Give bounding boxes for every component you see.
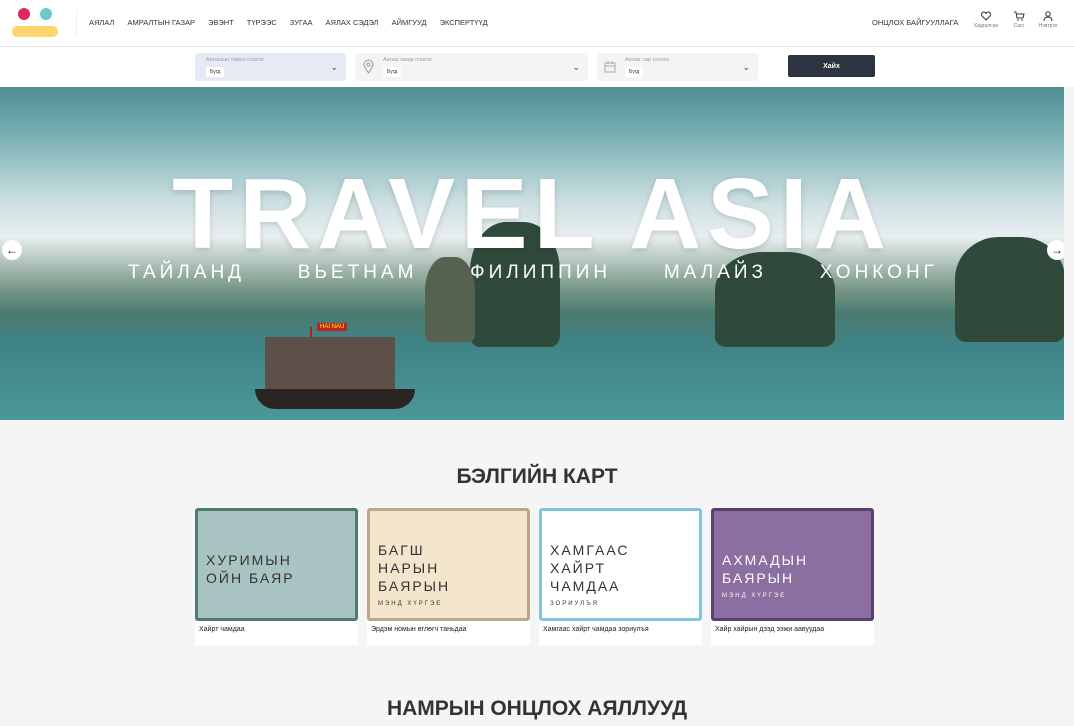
- gift-card-caption: Хайр хайрын дээд ээжи аавуудаа: [715, 626, 825, 633]
- cart-button[interactable]: Сагс: [1004, 11, 1034, 29]
- card-line: ЧАМДАА: [550, 578, 621, 594]
- nav-item[interactable]: ЭКСПЕРТҮҮД: [440, 18, 488, 27]
- trip-type-select[interactable]: Аялалын төрөл сонгох Бүгд ⌄: [195, 53, 346, 81]
- hero-title: TRAVEL ASIA: [172, 158, 892, 270]
- gift-card[interactable]: ХАМГААС ХАЙРТ ЧАМДАА ЗОРИУЛЪЯ Хамгаас ха…: [539, 508, 702, 645]
- nav-item[interactable]: АМРАЛТЫН ГАЗАР: [127, 18, 195, 27]
- gift-card-title: БЭЛГИЙН КАРТ: [456, 465, 618, 488]
- card-line: БАЯРЫН: [722, 570, 795, 586]
- gift-card-image: ХАМГААС ХАЙРТ ЧАМДАА ЗОРИУЛЪЯ: [539, 508, 702, 621]
- calendar-icon: [604, 61, 616, 73]
- gift-card[interactable]: ХУРИМЫН ОЙН БАЯР Хайрт чамдаа: [195, 508, 358, 645]
- month-value: Бүгд: [625, 67, 644, 77]
- search-bar: Аялалын төрөл сонгох Бүгд ⌄ Аялах газар …: [0, 47, 1074, 87]
- card-subline: МЭНД ХҮРГЭЕ: [722, 593, 787, 599]
- card-subline: ЗОРИУЛЪЯ: [550, 601, 599, 607]
- country: ХОНКОНГ: [819, 262, 938, 283]
- top-nav: АЯЛАЛ АМРАЛТЫН ГАЗАР ЭВЭНТ ТҮРЭЭС ЗУГАА …: [0, 0, 1074, 47]
- saved-button[interactable]: Хадгалсан: [971, 11, 1001, 29]
- month-select[interactable]: Аялах сар сонгох Бүгд ⌄: [597, 53, 758, 81]
- trip-type-placeholder: Аялалын төрөл сонгох: [206, 57, 264, 63]
- nav-featured[interactable]: ОНЦЛОХ БАЙГУУЛЛАГА: [872, 18, 958, 27]
- place-placeholder: Аялах газар сонгох: [383, 57, 432, 63]
- gift-card[interactable]: БАГШ НАРЫН БАЯРЫН МЭНД ХҮРГЭЕ Эрдэм номы…: [367, 508, 530, 645]
- nav-item[interactable]: ЭВЭНТ: [208, 18, 234, 27]
- nav-item[interactable]: АЙМГУУД: [392, 18, 427, 27]
- trip-type-value: Бүгд: [206, 67, 225, 77]
- location-pin-icon: [363, 59, 374, 74]
- login-button[interactable]: Нэвтрэх: [1033, 11, 1063, 29]
- cart-icon: [1013, 11, 1025, 21]
- nav-item[interactable]: ТҮРЭЭС: [247, 18, 277, 27]
- card-subline: МЭНД ХҮРГЭЕ: [378, 601, 443, 607]
- country: МАЛАЙЗ: [663, 262, 768, 283]
- month-placeholder: Аялах сар сонгох: [625, 57, 670, 63]
- card-line: ХУРИМЫН: [206, 552, 292, 568]
- arrow-right-icon: →: [1051, 243, 1063, 257]
- card-line: БАГШ: [378, 542, 425, 558]
- card-line: НАРЫН: [378, 560, 440, 576]
- login-label: Нэвтрэх: [1038, 23, 1058, 29]
- nav-item[interactable]: АЯЛАЛ: [89, 18, 114, 27]
- boat: HAI NAU: [255, 323, 415, 417]
- gift-card-image: БАГШ НАРЫН БАЯРЫН МЭНД ХҮРГЭЕ: [367, 508, 530, 621]
- divider: [76, 10, 77, 36]
- prev-slide-button[interactable]: ←: [2, 240, 22, 260]
- search-button[interactable]: Хайх: [788, 55, 875, 77]
- gift-cards: ХУРИМЫН ОЙН БАЯР Хайрт чамдаа БАГШ НАРЫН…: [195, 508, 874, 645]
- heart-icon: [981, 11, 991, 21]
- nav-item[interactable]: ЗУГАА: [290, 18, 313, 27]
- country: ФИЛИППИН: [470, 262, 612, 283]
- cart-label: Сагс: [1013, 23, 1025, 29]
- gift-card-image: АХМАДЫН БАЯРЫН МЭНД ХҮРГЭЕ: [711, 508, 874, 621]
- chevron-down-icon: ⌄: [330, 62, 338, 72]
- gift-card[interactable]: АХМАДЫН БАЯРЫН МЭНД ХҮРГЭЕ Хайр хайрын д…: [711, 508, 874, 645]
- place-select[interactable]: Аялах газар сонгох Бүгд ⌄: [355, 53, 588, 81]
- autumn-trips-title: НАМРЫН ОНЦЛОХ АЯЛЛУУД: [386, 697, 688, 720]
- user-icon: [1043, 11, 1053, 21]
- chevron-down-icon: ⌄: [572, 62, 580, 72]
- card-line: ХАМГААС: [550, 542, 630, 558]
- nav-item[interactable]: АЯЛАХ СЭДЭЛ: [326, 18, 379, 27]
- arrow-left-icon: ←: [6, 243, 18, 257]
- logo[interactable]: [12, 6, 58, 38]
- gift-card-image: ХУРИМЫН ОЙН БАЯР: [195, 508, 358, 621]
- saved-label: Хадгалсан: [973, 23, 999, 29]
- country: ВЬЕТНАМ: [297, 262, 418, 283]
- card-line: АХМАДЫН: [722, 552, 809, 568]
- place-value: Бүгд: [383, 67, 402, 77]
- gift-card-caption: Хайрт чамдаа: [199, 626, 245, 633]
- hero-countries: ТАЙЛАНД ВЬЕТНАМ ФИЛИППИН МАЛАЙЗ ХОНКОНГ: [128, 262, 938, 284]
- next-slide-button[interactable]: →: [1047, 240, 1064, 260]
- boat-sign: HAI NAU: [317, 323, 348, 331]
- gift-card-caption: Эрдэм номын өглөгч таньдаа: [371, 626, 467, 633]
- main-menu: АЯЛАЛ АМРАЛТЫН ГАЗАР ЭВЭНТ ТҮРЭЭС ЗУГАА …: [89, 18, 488, 27]
- card-line: БАЯРЫН: [378, 578, 451, 594]
- hero-banner: TRAVEL ASIA ТАЙЛАНД ВЬЕТНАМ ФИЛИППИН МАЛ…: [0, 87, 1064, 420]
- gift-card-caption: Хамгаас хайрт чамдаа зориулъя: [543, 626, 649, 633]
- country: ТАЙЛАНД: [128, 262, 246, 283]
- card-line: ОЙН БАЯР: [206, 570, 295, 586]
- chevron-down-icon: ⌄: [742, 62, 750, 72]
- card-line: ХАЙРТ: [550, 560, 606, 576]
